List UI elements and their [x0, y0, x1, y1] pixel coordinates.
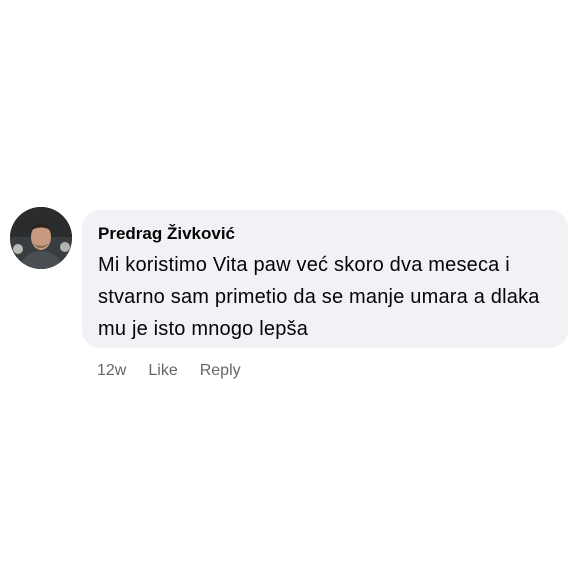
profile-photo-icon	[10, 207, 72, 269]
comment-author[interactable]: Predrag Živković	[98, 224, 552, 244]
comment-bubble: Predrag Živković Mi koristimo Vita paw v…	[82, 210, 568, 348]
avatar[interactable]	[10, 207, 72, 269]
reply-button[interactable]: Reply	[200, 362, 241, 380]
comment-timestamp[interactable]: 12w	[97, 362, 126, 380]
comment-actions: 12w Like Reply	[97, 362, 241, 380]
comment-text: Mi koristimo Vita paw već skoro dva mese…	[98, 254, 540, 340]
like-button[interactable]: Like	[148, 362, 177, 380]
